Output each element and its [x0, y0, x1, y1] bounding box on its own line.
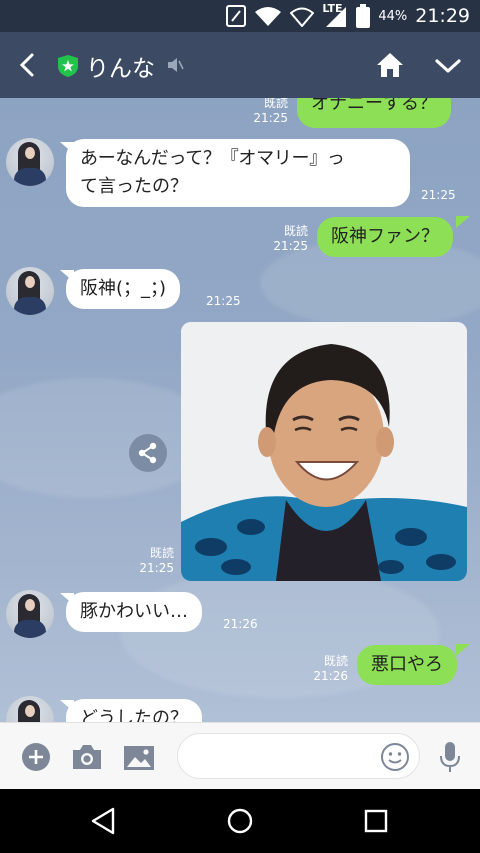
image-button[interactable] [123, 745, 155, 771]
camera-button[interactable] [71, 743, 103, 771]
battery-percent: 44% [378, 8, 408, 24]
avatar[interactable] [6, 267, 54, 315]
add-button[interactable] [21, 742, 51, 772]
chat-header: りんな [0, 32, 480, 98]
input-bar [0, 722, 480, 790]
message-text: オナニーする？ [311, 98, 437, 114]
avatar[interactable] [6, 138, 54, 186]
message-bubble-outgoing[interactable]: 阪神ファン？ [317, 217, 453, 257]
message-text: て言ったの？ [80, 176, 188, 197]
mute-icon [168, 58, 184, 72]
chat-area[interactable]: 既読 21:25 オナニーする？ あーなんだって？『オマリー』っ て言ったの？ 2… [0, 98, 480, 722]
chat-title: りんな [86, 56, 155, 82]
emoji-button[interactable] [380, 742, 410, 772]
wifi-icon [255, 7, 282, 26]
photo-message[interactable] [181, 322, 467, 581]
message-time: 21:25 [421, 188, 456, 202]
battery-icon [356, 4, 371, 28]
message-text: どうしたの？ [80, 708, 188, 722]
nfc-icon [226, 5, 247, 27]
read-receipt: 既読 21:25 [273, 224, 308, 253]
message-bubble-incoming[interactable]: 豚かわいい… [66, 592, 202, 632]
message-text: 豚かわいい… [80, 601, 188, 622]
bubble-tail [456, 216, 470, 228]
status-bar: LTE 44% 21:29 [0, 0, 480, 32]
share-button[interactable] [129, 434, 167, 472]
back-button[interactable] [12, 48, 44, 82]
message-text: 阪神(；_；) [80, 278, 167, 299]
message-time: 21:25 [206, 294, 241, 308]
nav-home-button[interactable] [225, 806, 255, 836]
message-bubble-outgoing[interactable]: 悪口やろ [357, 645, 457, 685]
message-bubble-incoming[interactable]: あーなんだって？『オマリー』っ て言ったの？ [66, 139, 410, 207]
message-bubble-outgoing[interactable]: オナニーする？ [297, 98, 451, 128]
share-icon [138, 442, 157, 464]
message-text: 阪神ファン？ [331, 226, 439, 247]
message-text: あーなんだって？『オマリー』っ [80, 148, 345, 169]
nav-bar [0, 789, 480, 853]
bubble-tail [456, 644, 470, 656]
read-receipt: 既読 21:25 [253, 98, 288, 125]
menu-chevron-button[interactable] [432, 52, 464, 80]
avatar[interactable] [6, 590, 54, 638]
status-time: 21:29 [415, 5, 470, 27]
message-time: 21:26 [223, 617, 258, 631]
message-bubble-incoming[interactable]: 阪神(；_；) [66, 269, 181, 309]
home-button[interactable] [374, 50, 406, 80]
nav-recents-button[interactable] [363, 808, 389, 834]
message-bubble-incoming[interactable]: どうしたの？ [66, 699, 202, 722]
photo-image [181, 322, 467, 581]
voice-button[interactable] [439, 741, 461, 773]
avatar[interactable] [6, 696, 54, 722]
read-receipt: 既読 21:26 [313, 654, 348, 683]
shield-icon [58, 55, 78, 77]
read-receipt: 既読 21:25 [139, 546, 174, 575]
nav-back-button[interactable] [89, 806, 119, 836]
signal-icon [326, 7, 347, 27]
wifi-2-icon [290, 7, 315, 27]
message-text: 悪口やろ [371, 654, 443, 675]
